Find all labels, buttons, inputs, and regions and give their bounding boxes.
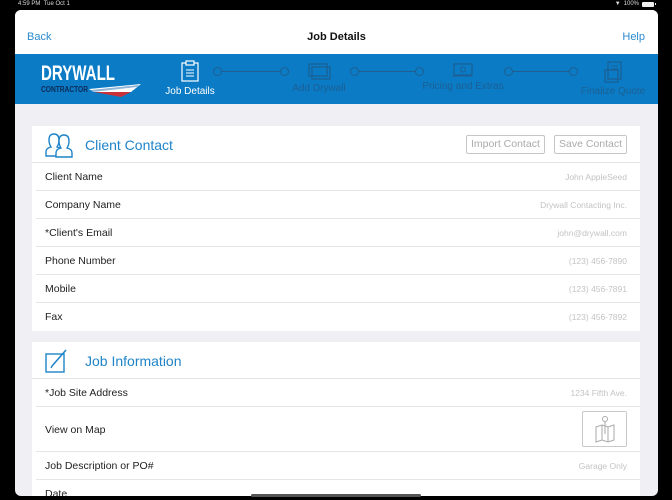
field-placeholder[interactable]: john@drywall.com [557, 228, 627, 238]
progress-band: DRYWALL CONTRACTOR Job Details Add Drywa… [15, 54, 658, 104]
drywall-contractor-logo: DRYWALL CONTRACTOR [41, 62, 141, 97]
status-right: ▼ 100% [614, 1, 656, 7]
field-placeholder[interactable]: Garage Only [579, 461, 627, 471]
field-label: Fax [45, 311, 63, 323]
step-label: Pricing and Extras [422, 81, 504, 92]
client-email-field[interactable]: *Client's Email john@drywall.com [36, 219, 640, 247]
section-title: Job Information [85, 353, 182, 369]
help-button[interactable]: Help [622, 31, 645, 43]
home-indicator[interactable] [251, 494, 421, 497]
contacts-icon [45, 133, 73, 158]
job-information-header: Job Information [32, 342, 640, 379]
clipboard-icon [181, 60, 199, 82]
field-placeholder[interactable]: 1234 Fifth Ave. [570, 388, 627, 398]
step-connector [513, 71, 570, 72]
app-window: Back Job Details Help DRYWALL CONTRACTOR… [15, 10, 658, 496]
step-node [213, 67, 222, 76]
money-icon [452, 63, 473, 77]
field-label: Phone Number [45, 255, 116, 267]
battery-icon [642, 1, 656, 7]
view-map-button[interactable] [582, 411, 627, 447]
field-placeholder[interactable]: John AppleSeed [565, 172, 627, 182]
map-pin-icon [595, 416, 615, 443]
document-stack-icon [604, 61, 622, 83]
field-placeholder[interactable]: Drywall Contacting Inc. [540, 200, 627, 210]
status-time: 4:59 PM Tue Oct 1 [18, 1, 70, 7]
battery-label: 100% [623, 1, 639, 7]
section-title: Client Contact [85, 137, 173, 153]
step-label: Finalize Quote [580, 86, 646, 97]
logo-line2: CONTRACTOR [41, 85, 88, 94]
step-pricing-extras[interactable]: Pricing and Extras [413, 62, 513, 92]
wifi-icon: ▼ [614, 1, 621, 7]
field-label: Mobile [45, 283, 76, 295]
field-label: *Job Site Address [45, 387, 128, 399]
step-connector [222, 71, 280, 72]
navigation-bar: Back Job Details Help [15, 10, 658, 54]
job-information-card: Job Information *Job Site Address 1234 F… [32, 342, 640, 496]
step-add-drywall[interactable]: Add Drywall [279, 62, 359, 94]
step-label: Job Details [165, 86, 215, 97]
company-name-field[interactable]: Company Name Drywall Contacting Inc. [36, 191, 640, 219]
step-node [350, 67, 359, 76]
phone-number-field[interactable]: Phone Number (123) 456-7890 [36, 247, 640, 275]
page-title: Job Details [307, 31, 366, 43]
step-label: Add Drywall [292, 83, 346, 94]
field-label: View on Map [45, 424, 106, 436]
step-connector [359, 71, 416, 72]
field-placeholder[interactable]: (123) 456-7891 [569, 284, 627, 294]
import-contact-button[interactable]: Import Contact [466, 135, 545, 154]
client-name-field[interactable]: Client Name John AppleSeed [36, 163, 640, 191]
status-bar: 4:59 PM Tue Oct 1 ▼ 100% [0, 0, 672, 10]
client-contact-card: Client Contact Import Contact Save Conta… [32, 126, 640, 331]
job-site-address-field[interactable]: *Job Site Address 1234 Fifth Ave. [36, 379, 640, 407]
field-placeholder[interactable]: (123) 456-7892 [569, 312, 627, 322]
field-label: Client Name [45, 171, 103, 183]
field-label: *Client's Email [45, 227, 113, 239]
view-on-map-row: View on Map [36, 407, 640, 452]
step-finalize-quote[interactable]: Finalize Quote [575, 61, 651, 97]
logo-line1: DRYWALL [41, 62, 115, 85]
field-label: Date [45, 488, 68, 496]
step-node [504, 67, 513, 76]
save-contact-button[interactable]: Save Contact [554, 135, 628, 154]
field-label: Company Name [45, 199, 121, 211]
step-job-details[interactable]: Job Details [161, 60, 219, 97]
drywall-sheets-icon [308, 63, 331, 80]
field-placeholder[interactable]: (123) 456-7890 [569, 256, 627, 266]
mobile-field[interactable]: Mobile (123) 456-7891 [36, 275, 640, 303]
field-label: Job Description or PO# [45, 460, 154, 472]
fax-field[interactable]: Fax (123) 456-7892 [36, 303, 640, 331]
edit-icon [45, 349, 67, 373]
client-contact-header: Client Contact Import Contact Save Conta… [32, 126, 640, 163]
job-description-field[interactable]: Job Description or PO# Garage Only [36, 452, 640, 480]
